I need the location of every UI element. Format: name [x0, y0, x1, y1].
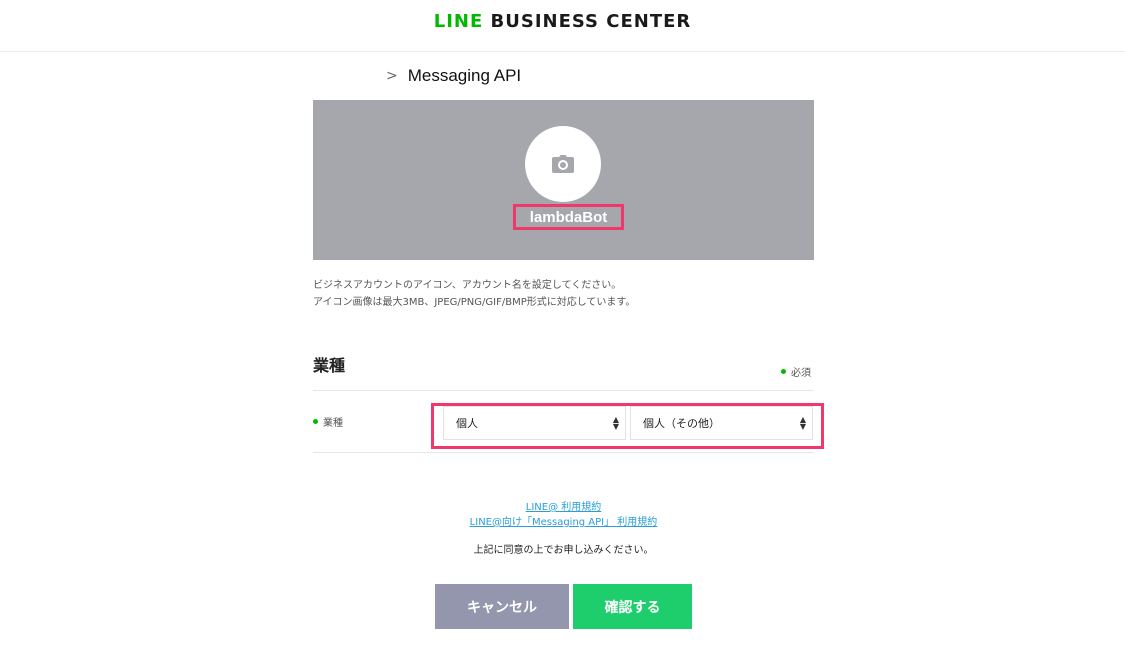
required-label: 必須: [791, 368, 811, 379]
profile-banner: lambdaBot: [313, 100, 814, 260]
avatar-upload[interactable]: [525, 126, 601, 202]
terms-links: LINE@ 利用規約 LINE@向け「Messaging API」 利用規約: [313, 500, 814, 530]
line-business-center-logo[interactable]: LINE BUSINESS CENTER: [434, 11, 692, 32]
account-name[interactable]: lambdaBot: [513, 204, 624, 230]
industry-field-label-text: 業種: [323, 418, 343, 429]
cancel-button[interactable]: キャンセル: [435, 584, 569, 629]
required-dot-icon: [781, 369, 786, 374]
section-divider: [313, 390, 814, 391]
select-arrows-icon: ▲ ▼: [612, 415, 619, 431]
industry-subcategory-select[interactable]: 個人（その他） ▲ ▼: [630, 406, 813, 440]
industry-field-label: 業種: [313, 414, 343, 429]
chevron-right-icon: >: [386, 68, 398, 84]
breadcrumb-current: Messaging API: [407, 66, 522, 85]
profile-description: ビジネスアカウントのアイコン、アカウント名を設定してください。 アイコン画像は最…: [313, 277, 635, 311]
description-line-1: ビジネスアカウントのアイコン、アカウント名を設定してください。: [313, 280, 622, 291]
select-arrows-icon: ▲ ▼: [799, 415, 806, 431]
section-divider: [313, 452, 814, 453]
camera-icon: [552, 155, 574, 173]
industry-category-select[interactable]: 個人 ▲ ▼: [443, 406, 626, 440]
agree-text: 上記に同意の上でお申し込みください。: [473, 545, 654, 556]
required-dot-icon: [313, 419, 318, 424]
page-header: LINE BUSINESS CENTER: [0, 0, 1125, 52]
messaging-api-terms-link[interactable]: LINE@向け「Messaging API」 利用規約: [313, 515, 814, 530]
industry-category-value: 個人: [456, 417, 478, 430]
required-indicator: 必須: [781, 364, 811, 379]
breadcrumb: > Messaging API: [386, 64, 521, 88]
logo-business-center-text: BUSINESS CENTER: [483, 11, 692, 32]
logo-line-text: LINE: [433, 11, 484, 32]
industry-subcategory-value: 個人（その他）: [643, 417, 720, 430]
industry-section-title: 業種: [313, 356, 346, 375]
description-line-2: アイコン画像は最大3MB、JPEG/PNG/GIF/BMP形式に対応しています。: [313, 297, 636, 308]
line-at-terms-link[interactable]: LINE@ 利用規約: [313, 500, 814, 515]
confirm-button[interactable]: 確認する: [573, 584, 692, 629]
